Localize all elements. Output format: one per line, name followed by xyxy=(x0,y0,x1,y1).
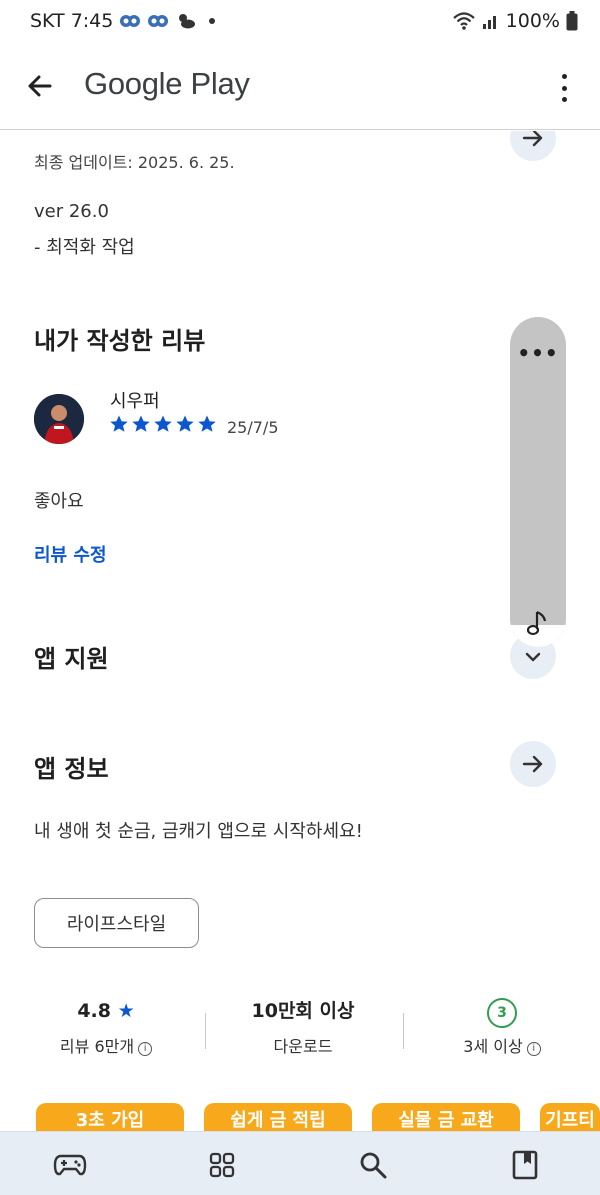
top-app-bar: Google Play xyxy=(0,44,600,130)
app-stats-row: 4.8 ★ 리뷰 6만개 i 10만회 이상 다운로드 3 3세 이상 i xyxy=(0,993,600,1073)
more-options-button[interactable] xyxy=(558,70,570,106)
app-description: 내 생애 첫 순금, 금캐기 앱으로 시작하세요! xyxy=(34,821,363,842)
star-icon: ★ xyxy=(111,1000,135,1022)
review-text: 좋아요 xyxy=(34,491,84,512)
gamepad-icon xyxy=(53,1154,87,1176)
star-icon xyxy=(198,415,216,432)
my-review-title: 내가 작성한 리뷰 xyxy=(34,327,206,355)
more-vert-icon xyxy=(561,74,567,79)
screenshot-carousel[interactable]: 3초 가입 쉽게 금 적립 실물 금 교환 기프티 xyxy=(36,1103,600,1131)
app-support-title: 앱 지원 xyxy=(34,645,109,673)
reviewer-name: 시우퍼 xyxy=(110,391,160,412)
app-info-title: 앱 정보 xyxy=(34,755,109,783)
bottom-navigation xyxy=(0,1131,600,1195)
battery-icon xyxy=(566,11,578,31)
back-button[interactable] xyxy=(22,68,58,104)
more-notifications-icon xyxy=(209,18,216,24)
nav-games-button[interactable] xyxy=(53,1148,87,1182)
wifi-icon xyxy=(452,12,475,30)
info-icon: i xyxy=(138,1042,153,1056)
rating-value: 4.8 xyxy=(77,1000,111,1022)
info-icon: i xyxy=(526,1042,541,1056)
version-text: ver 26.0 xyxy=(34,201,109,222)
downloads-stat: 10만회 이상 다운로드 xyxy=(203,993,403,1057)
age-rating-badge: 3 xyxy=(487,998,517,1028)
notification-icon xyxy=(148,15,169,27)
bookmark-icon xyxy=(512,1150,538,1180)
status-time: SKT 7:45 xyxy=(30,10,114,32)
signal-icon xyxy=(482,16,496,29)
screenshot-card[interactable]: 기프티 xyxy=(540,1103,600,1131)
app-bar-title: Google Play xyxy=(84,66,250,101)
app-info-arrow-button[interactable] xyxy=(510,741,556,787)
last-updated-text: 최종 업데이트: 2025. 6. 25. xyxy=(34,153,235,172)
star-icon xyxy=(154,415,172,432)
edit-review-link[interactable]: 리뷰 수정 xyxy=(34,541,107,567)
arrow-right-icon xyxy=(522,131,543,147)
review-star-rating xyxy=(109,414,217,434)
downloads-label: 다운로드 xyxy=(273,1037,333,1056)
reviewer-avatar xyxy=(34,394,84,444)
age-rating-stat[interactable]: 3 3세 이상 i xyxy=(402,993,600,1057)
search-icon xyxy=(360,1152,387,1179)
screenshot-card[interactable]: 쉽게 금 적립 xyxy=(204,1103,352,1131)
more-horiz-icon[interactable]: ••• xyxy=(510,341,566,365)
battery-percent: 100% xyxy=(505,10,560,32)
star-icon xyxy=(176,415,194,432)
arrow-left-icon xyxy=(28,75,52,97)
rating-stat[interactable]: 4.8 ★ 리뷰 6만개 i xyxy=(6,993,206,1057)
screenshot-card[interactable]: 실물 금 교환 xyxy=(372,1103,520,1131)
screenshot-card[interactable]: 3초 가입 xyxy=(36,1103,184,1131)
star-icon xyxy=(132,415,150,432)
rating-label: 리뷰 6만개 xyxy=(59,1037,135,1056)
weather-icon xyxy=(179,14,196,29)
changelog-text: - 최적화 작업 xyxy=(34,237,135,258)
review-date: 25/7/5 xyxy=(227,418,279,437)
downloads-value: 10만회 이상 xyxy=(251,1000,355,1022)
arrow-right-icon xyxy=(522,755,543,773)
music-note-icon[interactable] xyxy=(526,609,550,637)
nav-search-button[interactable] xyxy=(356,1148,390,1182)
whats-new-arrow-button[interactable] xyxy=(510,131,556,161)
nav-books-button[interactable] xyxy=(508,1148,542,1182)
details-scroll-area[interactable]: 최종 업데이트: 2025. 6. 25. ver 26.0 - 최적화 작업 … xyxy=(0,131,600,1131)
floating-side-panel[interactable]: ••• xyxy=(510,317,566,647)
apps-icon xyxy=(209,1152,235,1178)
nav-apps-button[interactable] xyxy=(205,1148,239,1182)
category-chip[interactable]: 라이프스타일 xyxy=(34,898,199,948)
age-rating-label: 3세 이상 xyxy=(463,1037,523,1056)
status-bar: SKT 7:45 100% xyxy=(0,0,600,44)
star-icon xyxy=(110,415,128,432)
notification-icon xyxy=(120,15,141,27)
